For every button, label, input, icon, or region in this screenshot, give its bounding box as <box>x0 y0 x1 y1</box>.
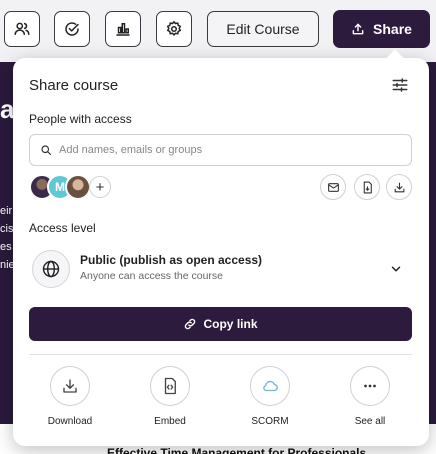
search-input[interactable] <box>59 144 389 156</box>
export-file-button[interactable] <box>354 174 380 200</box>
search-icon <box>41 145 52 156</box>
mail-icon <box>327 182 339 192</box>
embed-option[interactable]: Embed <box>130 366 210 427</box>
copy-link-button[interactable]: Copy link <box>29 307 412 341</box>
popover-title: Share course <box>29 77 119 94</box>
gear-icon <box>166 20 182 37</box>
upload-icon <box>352 23 364 35</box>
link-icon <box>185 318 196 330</box>
avatar[interactable] <box>65 174 91 200</box>
background-text: eir cis es nie <box>0 202 14 274</box>
people-search-field[interactable] <box>29 134 412 166</box>
divider <box>29 354 412 355</box>
access-level-label: Access level <box>29 221 96 235</box>
analytics-button[interactable] <box>105 11 141 47</box>
background-text-line: es <box>0 241 12 253</box>
background-text-line: cis <box>0 223 14 235</box>
review-button[interactable] <box>54 11 90 47</box>
copy-link-label: Copy link <box>203 317 258 331</box>
embed-option-label: Embed <box>154 416 186 427</box>
bar-chart-icon <box>116 23 130 36</box>
course-card-title: Effective Time Management for Profession… <box>107 446 367 454</box>
see-all-option[interactable]: See all <box>330 366 410 427</box>
download-icon <box>63 379 77 393</box>
embed-option-circle <box>150 366 190 406</box>
download-option[interactable]: Download <box>30 366 110 427</box>
share-button[interactable]: Share <box>333 10 430 48</box>
file-icon <box>363 181 372 193</box>
download-option-label: Download <box>47 416 93 427</box>
access-level-icon-wrap <box>32 250 70 288</box>
background-text-line: eir <box>0 205 13 217</box>
access-level-title: Public (publish as open access) <box>80 253 263 267</box>
edit-course-button[interactable]: Edit Course <box>207 11 319 47</box>
download-small-button[interactable] <box>386 174 412 200</box>
download-icon <box>394 182 404 192</box>
share-course-popover: Share course People with access M + Acce… <box>13 49 429 446</box>
sliders-icon[interactable] <box>391 76 409 94</box>
see-all-option-label: See all <box>354 416 386 427</box>
settings-button[interactable] <box>156 11 192 47</box>
add-person-button[interactable]: + <box>89 176 111 198</box>
share-button-label: Share <box>373 21 412 37</box>
background-text-line: nie <box>0 259 14 271</box>
email-button[interactable] <box>320 174 346 200</box>
more-icon <box>364 384 376 388</box>
access-level-description: Anyone can access the course <box>80 270 224 282</box>
cloud-icon <box>263 380 278 392</box>
users-button[interactable] <box>4 11 40 47</box>
download-option-circle <box>50 366 90 406</box>
chevron-down-icon <box>391 266 401 272</box>
see-all-option-circle <box>350 366 390 406</box>
access-level-select[interactable]: Public (publish as open access) Anyone c… <box>29 247 412 291</box>
globe-icon <box>42 260 60 278</box>
embed-icon <box>164 377 176 395</box>
users-icon <box>14 22 30 35</box>
scorm-option[interactable]: SCORM <box>230 366 310 427</box>
people-with-access-label: People with access <box>29 112 132 126</box>
scorm-option-circle <box>250 366 290 406</box>
check-circle-icon <box>65 22 79 36</box>
avatar-initial: M <box>55 180 65 194</box>
toolbar: Edit Course Share <box>0 0 436 62</box>
scorm-option-label: SCORM <box>251 416 289 427</box>
